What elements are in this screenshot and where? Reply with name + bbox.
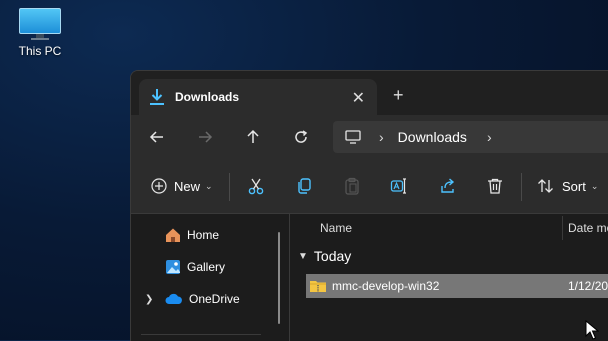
column-headers: Name Date mo	[290, 214, 608, 242]
sidebar-item-home[interactable]: Home	[165, 224, 219, 246]
refresh-button[interactable]	[291, 127, 311, 147]
sidebar-item-label: Gallery	[187, 260, 226, 274]
tab-downloads[interactable]: Downloads ✕	[139, 79, 377, 115]
plus-circle-icon	[151, 178, 167, 194]
cut-button[interactable]	[247, 173, 265, 199]
sidebar-item-onedrive[interactable]: OneDrive	[165, 288, 240, 310]
zip-folder-icon	[310, 281, 326, 292]
sidebar-item-label: Home	[187, 228, 220, 242]
table-row[interactable]: mmc-develop-win32 1/12/20	[306, 274, 608, 298]
column-divider[interactable]	[562, 216, 563, 240]
rename-icon	[390, 178, 406, 194]
trash-icon	[488, 178, 502, 194]
this-pc-icon	[345, 130, 361, 144]
address-bar[interactable]: › Downloads ›	[333, 121, 608, 153]
paste-button[interactable]	[343, 173, 361, 199]
group-label: Today	[313, 248, 352, 264]
navigation-bar: › Downloads ›	[131, 115, 608, 159]
arrow-left-icon	[149, 131, 163, 143]
sidebar-item-gallery[interactable]: Gallery	[165, 256, 225, 278]
chevron-down-icon: ⌄	[205, 180, 213, 191]
forward-button[interactable]	[195, 127, 215, 147]
close-tab-button[interactable]: ✕	[352, 88, 365, 108]
chevron-down-icon: ⌄	[590, 180, 599, 191]
toolbar-divider	[229, 173, 230, 201]
tab-title: Downloads	[175, 90, 240, 104]
back-button[interactable]	[147, 127, 167, 147]
breadcrumb-separator[interactable]: ›	[379, 129, 384, 145]
sort-button[interactable]: Sort ⌄	[537, 173, 598, 199]
copy-button[interactable]	[295, 173, 313, 199]
expand-chevron-icon[interactable]: ❯	[145, 294, 153, 305]
column-header-date[interactable]: Date mo	[568, 221, 608, 235]
clipboard-icon	[345, 177, 359, 195]
home-icon	[166, 228, 180, 242]
refresh-icon	[295, 130, 308, 143]
file-explorer-window: Downloads ✕ + › Downloads › New ⌄ Sort ⌄…	[130, 70, 608, 341]
breadcrumb-separator-end[interactable]: ›	[487, 129, 492, 145]
rename-button[interactable]	[390, 173, 408, 199]
toolbar-divider	[521, 173, 522, 201]
gallery-icon	[166, 260, 180, 274]
sidebar-scrollbar[interactable]	[278, 232, 280, 324]
scissors-icon	[248, 178, 264, 195]
navigation-pane: Home Gallery ❯ OneDrive	[131, 214, 290, 341]
file-date: 1/12/20	[568, 279, 608, 293]
command-bar: New ⌄ Sort ⌄	[131, 159, 608, 214]
chevron-down-icon: ▼	[298, 250, 308, 262]
column-header-name[interactable]: Name	[320, 221, 352, 235]
share-icon	[441, 178, 455, 193]
file-list: Name Date mo ▼ Today mmc-develop-win32 1…	[290, 214, 608, 341]
share-button[interactable]	[439, 173, 457, 199]
new-button-label: New	[174, 178, 201, 194]
group-header-today[interactable]: ▼ Today	[298, 248, 351, 264]
file-name: mmc-develop-win32	[332, 279, 440, 293]
sidebar-divider	[141, 334, 261, 335]
new-tab-button[interactable]: +	[393, 85, 404, 106]
desktop-icon-label: This PC	[18, 44, 62, 58]
monitor-icon	[19, 8, 61, 40]
arrow-up-icon	[247, 129, 259, 143]
sort-icon	[538, 179, 553, 193]
download-icon	[150, 89, 164, 105]
up-button[interactable]	[243, 127, 263, 147]
desktop-icon-this-pc[interactable]: This PC	[12, 8, 68, 58]
tab-bar: Downloads ✕ +	[131, 71, 608, 115]
sort-button-label: Sort	[562, 178, 586, 194]
new-button[interactable]: New ⌄	[151, 173, 213, 199]
mouse-cursor-icon	[585, 320, 599, 340]
arrow-right-icon	[199, 131, 213, 143]
sidebar-item-label: OneDrive	[189, 292, 240, 306]
delete-button[interactable]	[486, 173, 504, 199]
copy-icon	[298, 178, 311, 194]
cloud-icon	[165, 293, 182, 304]
breadcrumb-downloads[interactable]: Downloads	[398, 129, 467, 145]
